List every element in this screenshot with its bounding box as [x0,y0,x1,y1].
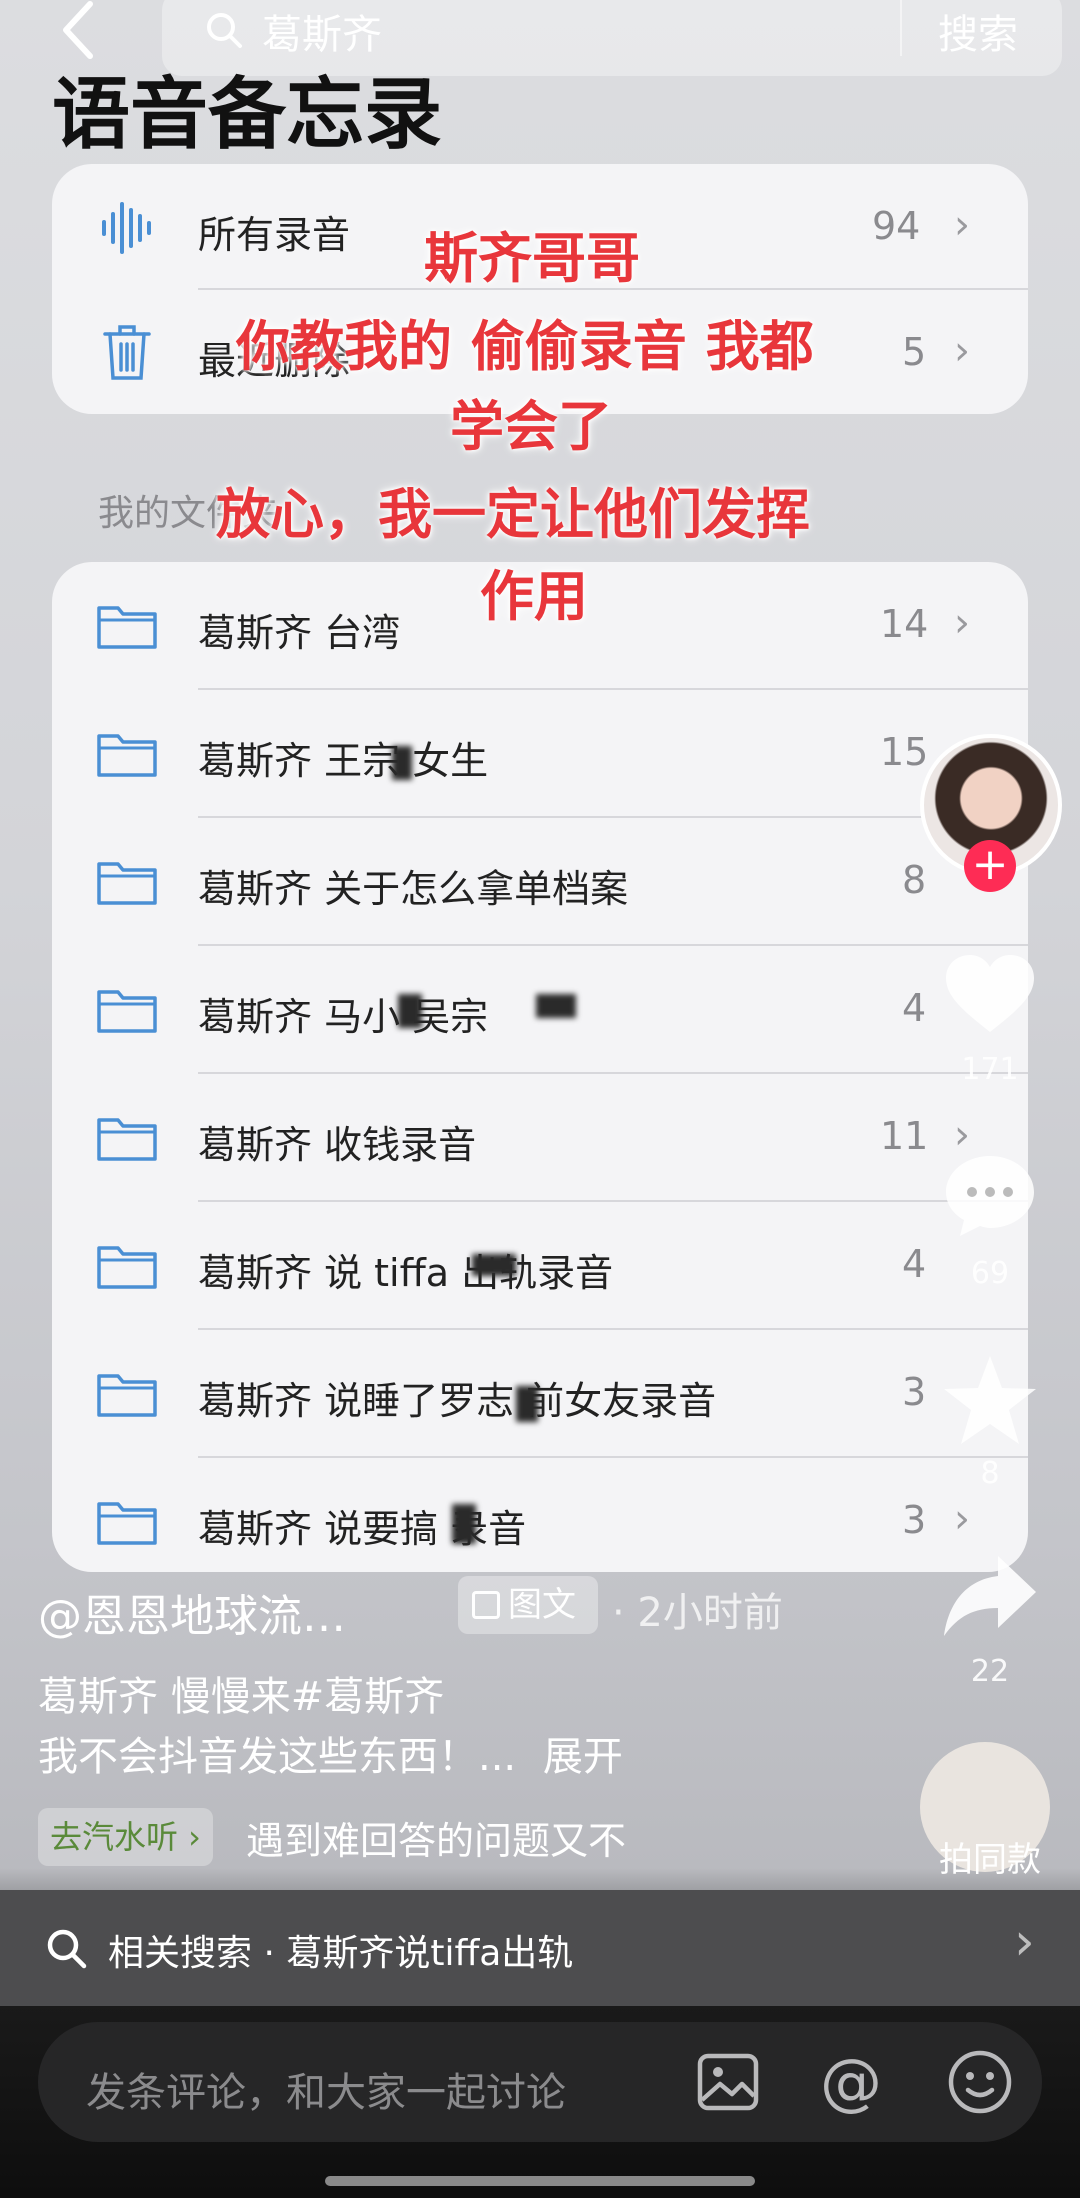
listen-music-tag[interactable]: 去汽水听 › [38,1808,213,1866]
folder-row[interactable]: 葛斯齐 王宗 女生 15 [52,690,1028,818]
folder-label: 葛斯齐 收钱录音 [198,1123,477,1167]
all-recordings-count: 94 [872,204,921,248]
folder-row[interactable]: 葛斯齐 说要搞 录音 3 › [52,1458,1028,1572]
folder-count: 8 [902,858,927,902]
all-recordings-label[interactable]: 所有录音 [198,204,350,259]
music-title[interactable]: 遇到难回答的问题又不 [246,1810,666,1865]
folder-icon [96,856,158,910]
mention-icon[interactable]: @ [820,2050,882,2114]
chevron-right-icon: › [1014,1912,1035,1972]
folder-icon [96,728,158,782]
comment-icon[interactable] [942,1150,1038,1244]
folder-count: 15 [880,730,929,774]
page-title: 语音备忘录 [52,70,443,160]
search-divider [900,0,902,56]
related-search-text[interactable]: 相关搜索 · 葛斯齐说tiffa出轨 [108,1924,573,1976]
post-description: 葛斯齐 慢慢来#葛斯齐 [38,1674,445,1720]
folder-count: 4 [902,1242,927,1286]
comment-input[interactable]: 发条评论，和大家一起讨论 [86,2060,566,2118]
redaction [392,746,412,780]
author-name[interactable]: @恩恩地球流… [38,1580,346,1644]
folder-icon [96,1496,158,1550]
folder-label: 葛斯齐 说睡了罗志 前女友录音 [198,1379,717,1423]
image-text-icon [472,1591,500,1619]
folder-row[interactable]: 葛斯齐 马小 吴宗 4 [52,946,1028,1074]
redaction [472,1254,516,1276]
share-count: 22 [970,1654,1010,1689]
post-description-line2: 我不会抖音发这些东西！... 展开 [38,1724,623,1782]
redaction [536,994,576,1018]
folder-count: 3 [902,1498,927,1542]
overlay-caption-line: 斯齐哥哥 [424,227,640,290]
back-icon[interactable] [52,0,102,60]
folder-count: 3 [902,1370,927,1414]
expand-link[interactable]: 展开 [543,1734,623,1780]
folder-icon [96,1112,158,1166]
folder-count: 14 [880,602,929,646]
folder-row[interactable]: 葛斯齐 关于怎么拿单档案 8 [52,818,1028,946]
favorite-count: 8 [980,1456,1000,1491]
redaction [516,1386,538,1422]
folder-label: 葛斯齐 说 tiffa 出轨录音 [198,1251,614,1295]
redaction [398,994,422,1028]
folder-count: 11 [880,1114,929,1158]
post-time: · 2小时前 [612,1590,783,1636]
comment-count: 69 [970,1256,1010,1291]
image-picker-icon[interactable] [696,2052,760,2116]
like-count: 171 [961,1052,1019,1087]
overlay-caption-line: 学会了 [450,395,612,458]
waveform-icon [100,198,154,262]
chevron-right-icon: › [954,202,970,248]
heart-icon[interactable] [942,952,1038,1040]
search-button[interactable]: 搜索 [938,2,1018,60]
folder-icon [96,1368,158,1422]
redaction [452,1504,476,1544]
folder-label: 葛斯齐 王宗 女生 [198,739,489,783]
post-description-text: 我不会抖音发这些东西！... [38,1734,517,1780]
folder-icon [96,1240,158,1294]
overlay-caption-line: 作用 [480,565,588,628]
post-type-tag: 图文 [458,1576,598,1634]
search-icon [204,10,244,54]
folder-row[interactable]: 葛斯齐 说睡了罗志 前女友录音 3 [52,1330,1028,1458]
folder-icon [96,600,158,654]
chevron-right-icon: › [954,328,970,374]
folder-row[interactable]: 葛斯齐 收钱录音 11 › [52,1074,1028,1202]
folder-label: 葛斯齐 台湾 [198,611,401,655]
folder-row[interactable]: 葛斯齐 说 tiffa 出轨录音 4 [52,1202,1028,1330]
share-icon[interactable] [940,1552,1040,1642]
search-icon [44,1926,88,1974]
overlay-caption-line: 你教我的 偷偷录音 我都 [236,315,814,378]
folder-label: 葛斯齐 关于怎么拿单档案 [198,867,629,911]
post-type-label: 图文 [508,1585,576,1625]
chevron-right-icon: › [954,600,970,646]
folder-label: 葛斯齐 马小 吴宗 [198,995,489,1039]
overlay-caption-line: 放心，我一定让他们发挥 [216,483,810,546]
folder-label: 葛斯齐 说要搞 录音 [198,1507,527,1551]
folder-count: 4 [902,986,927,1030]
emoji-icon[interactable] [946,2048,1014,2120]
trash-icon [102,322,152,386]
same-style-label[interactable]: 拍同款 [920,1832,1060,1881]
chevron-right-icon: › [954,1496,970,1542]
folders-card: 葛斯齐 台湾 14 › 葛斯齐 王宗 女生 15 葛斯齐 关于怎么拿单档案 8 … [52,562,1028,1572]
home-indicator [325,2176,755,2186]
folder-icon [96,984,158,1038]
follow-button[interactable]: + [964,840,1016,892]
star-icon[interactable] [940,1352,1040,1452]
recently-deleted-count: 5 [902,330,927,374]
